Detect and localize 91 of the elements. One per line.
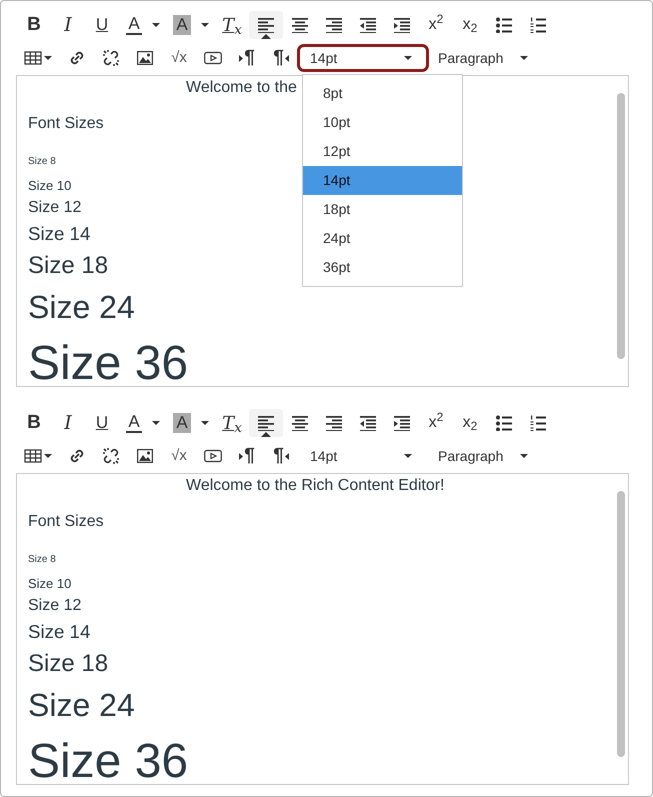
italic-button[interactable]: I bbox=[51, 11, 85, 39]
superscript-button[interactable]: x$^{2}$ bbox=[419, 409, 453, 437]
font-size-option[interactable]: 12pt bbox=[303, 137, 462, 166]
triangle-icon bbox=[239, 452, 244, 460]
caret-icon bbox=[200, 421, 209, 425]
triangle-icon bbox=[284, 54, 289, 62]
caret-icon bbox=[152, 23, 160, 27]
outdent-icon bbox=[360, 17, 376, 33]
table-icon bbox=[24, 448, 42, 464]
clear-formatting-button[interactable]: T$_{x}$ bbox=[215, 11, 249, 39]
scrollbar[interactable] bbox=[617, 93, 625, 359]
image-icon bbox=[137, 51, 153, 65]
paragraph-text: Size 18 bbox=[28, 252, 108, 280]
font-size-option[interactable]: 18pt bbox=[303, 195, 462, 224]
highlight-color-button[interactable]: A bbox=[167, 409, 215, 437]
paragraph-text: Size 10 bbox=[28, 576, 72, 591]
play-video-icon bbox=[204, 51, 222, 65]
outdent-icon bbox=[360, 415, 376, 431]
link-icon bbox=[69, 50, 85, 66]
table-icon bbox=[24, 50, 42, 66]
subscript-button[interactable]: x$_{2}$ bbox=[453, 11, 487, 39]
right-to-left-button[interactable]: ¶ bbox=[264, 44, 298, 72]
align-left-icon bbox=[258, 17, 274, 33]
image-icon bbox=[137, 449, 153, 463]
caret-icon bbox=[520, 56, 528, 60]
align-center-icon bbox=[292, 17, 308, 33]
font-size-select[interactable]: 14pt bbox=[297, 44, 429, 72]
heading-text: Welcome to the Rich Content Editor! bbox=[186, 477, 444, 495]
numbered-list-icon bbox=[530, 415, 546, 431]
underline-button[interactable]: U bbox=[85, 409, 119, 437]
indent-icon bbox=[394, 17, 410, 33]
paragraph-text: Size 24 bbox=[28, 289, 135, 326]
equation-button[interactable]: √x bbox=[162, 442, 196, 470]
triangle-icon bbox=[284, 452, 289, 460]
indent-icon bbox=[394, 415, 410, 431]
superscript-button[interactable]: x$^{2}$ bbox=[419, 11, 453, 39]
paragraph-text: Font Sizes bbox=[28, 513, 104, 531]
editor-content-area[interactable]: Welcome to the Rich Content Editor! Font Sizes Size 8 Size 10 Size 12 Size 14 Size 18 Size 24 Size 36 bbox=[16, 473, 629, 785]
subscript-button[interactable]: x$_{2}$ bbox=[453, 409, 487, 437]
paragraph-text: Size 14 bbox=[28, 621, 90, 643]
font-size-option[interactable]: 14pt bbox=[303, 166, 462, 195]
caret-icon bbox=[44, 56, 52, 60]
paragraph-text: Size 8 bbox=[28, 554, 56, 566]
numbered-list-icon bbox=[530, 17, 546, 33]
align-right-icon bbox=[326, 17, 342, 33]
paragraph-text: Size 12 bbox=[28, 199, 82, 217]
caret-icon bbox=[404, 56, 412, 60]
font-size-option[interactable]: 8pt bbox=[303, 79, 462, 108]
paragraph-text: Size 36 bbox=[28, 738, 188, 784]
font-size-option[interactable]: 10pt bbox=[303, 108, 462, 137]
play-video-icon bbox=[204, 449, 222, 463]
align-left-button[interactable] bbox=[249, 409, 283, 437]
bold-button[interactable]: B bbox=[17, 11, 51, 39]
unlink-icon bbox=[102, 447, 120, 465]
align-left-button[interactable] bbox=[249, 11, 283, 39]
paragraph-text: Size 36 bbox=[28, 340, 188, 386]
caret-icon bbox=[152, 421, 160, 425]
equation-button[interactable]: √x bbox=[162, 44, 196, 72]
paragraph-text: Size 12 bbox=[28, 597, 82, 615]
paragraph-text: Font Sizes bbox=[28, 115, 104, 133]
paragraph-text: Size 14 bbox=[28, 223, 90, 245]
paragraph-text: Size 8 bbox=[28, 156, 56, 168]
bulleted-list-icon bbox=[496, 415, 512, 431]
clear-formatting-button[interactable]: T$_{x}$ bbox=[215, 409, 249, 437]
scrollbar[interactable] bbox=[617, 491, 625, 757]
align-right-icon bbox=[326, 415, 342, 431]
font-size-option[interactable]: 24pt bbox=[303, 224, 462, 253]
caret-icon bbox=[404, 454, 412, 458]
left-to-right-button[interactable]: ¶ bbox=[230, 44, 264, 72]
align-center-icon bbox=[292, 415, 308, 431]
italic-button[interactable]: I bbox=[51, 409, 85, 437]
caret-icon bbox=[200, 23, 209, 27]
bulleted-list-icon bbox=[496, 17, 512, 33]
triangle-icon bbox=[239, 54, 244, 62]
paragraph-text: Size 24 bbox=[28, 687, 135, 724]
font-size-option[interactable]: 36pt bbox=[303, 253, 462, 282]
unlink-icon bbox=[102, 49, 120, 67]
left-to-right-button[interactable]: ¶ bbox=[230, 442, 264, 470]
link-icon bbox=[69, 448, 85, 464]
highlight-color-button[interactable]: A bbox=[167, 11, 215, 39]
caret-icon bbox=[520, 454, 528, 458]
text-color-button[interactable]: A bbox=[119, 11, 167, 39]
paragraph-text: Size 18 bbox=[28, 650, 108, 678]
underline-button[interactable]: U bbox=[85, 11, 119, 39]
text-color-button[interactable]: A bbox=[119, 409, 167, 437]
bold-button[interactable]: B bbox=[17, 409, 51, 437]
paragraph-text: Size 10 bbox=[28, 178, 72, 193]
right-to-left-button[interactable]: ¶ bbox=[264, 442, 298, 470]
align-left-icon bbox=[258, 415, 274, 431]
caret-icon bbox=[44, 454, 52, 458]
heading-text: Welcome to the bbox=[186, 79, 297, 97]
